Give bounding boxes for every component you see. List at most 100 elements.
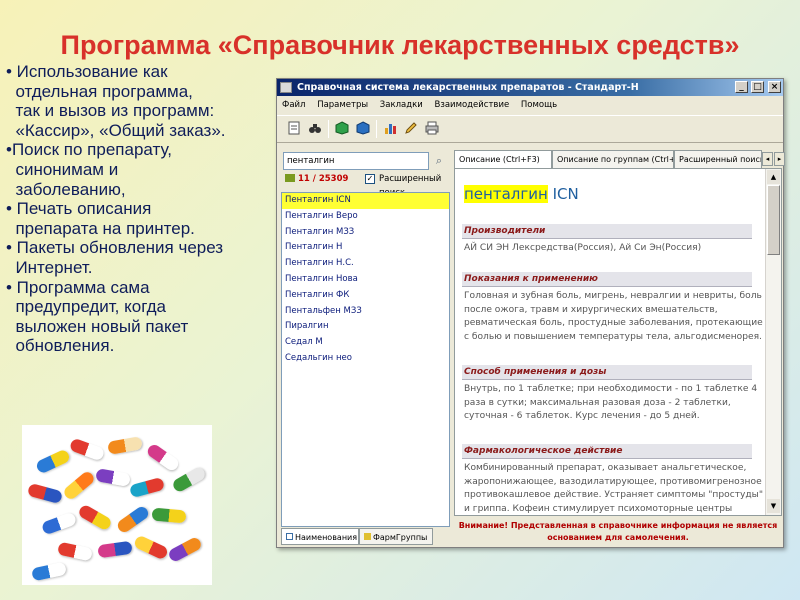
bullet-line: выложен новый пакет [6, 316, 189, 336]
section-line: суточная - 6 таблеток. Курс лечения - до… [464, 411, 700, 422]
cube-blue-icon[interactable] [355, 121, 371, 137]
tab-names[interactable]: Наименования [281, 528, 359, 545]
bullet-line: • Использование как [6, 62, 168, 81]
section-heading: Производители [462, 224, 752, 239]
menu-file[interactable]: Файл [282, 100, 305, 110]
menu-interaction[interactable]: Взаимодействие [434, 100, 509, 110]
binoculars-icon[interactable] [307, 121, 323, 137]
app-window: Справочная система лекарственных препара… [276, 78, 785, 548]
pill-capsule [77, 503, 113, 532]
list-item[interactable]: Седальгин нео [282, 351, 449, 367]
warning-line: основанием для самолечения. [547, 533, 689, 542]
drug-title: пенталгин ICN [464, 185, 579, 203]
bullet-line: • Программа сама [6, 277, 150, 297]
section-text: Комбинированный препарат, оказывает анал… [464, 462, 770, 515]
toolbar-separator [328, 120, 329, 138]
pill-capsule [107, 436, 143, 455]
pencil-icon[interactable] [403, 121, 419, 137]
right-tabs: Описание (Ctrl+F3) Описание по группам (… [454, 150, 785, 168]
bullet-line: предупредит, когда [6, 297, 167, 317]
feature-bullet-list: • Использование как отдельная программа,… [6, 62, 276, 356]
pill-capsule [26, 482, 64, 505]
section-line: Комбинированный препарат, оказывает анал… [464, 463, 747, 473]
result-count-row: 11 / 25309 ✓ Расширенный поиск [283, 172, 451, 198]
drug-name-highlight: пенталгин [464, 185, 548, 203]
list-item[interactable]: Пенталгин ФК [282, 288, 449, 304]
vertical-scrollbar[interactable]: ▲ ▼ [765, 169, 781, 515]
scrollbar-thumb[interactable] [767, 185, 780, 255]
result-count-text: 11 / 25309 [298, 174, 349, 184]
menu-bar: Файл Параметры Закладки Взаимодействие П… [277, 97, 783, 113]
list-item[interactable]: Пентальфен МЗЗ [282, 304, 449, 320]
list-item[interactable]: Пиралгин [282, 319, 449, 335]
maximize-button[interactable]: □ [751, 81, 764, 93]
list-item[interactable]: Пенталгин Веро [282, 209, 449, 225]
app-icon [280, 82, 292, 93]
toolbar-separator [376, 120, 377, 138]
section-text: Головная и зубная боль, мигрень, невралг… [464, 290, 763, 344]
menu-parameters[interactable]: Параметры [317, 100, 368, 110]
close-button[interactable]: × [768, 81, 781, 93]
list-item[interactable]: Пенталгин Н [282, 240, 449, 256]
section-heading: Фармакологическое действие [462, 444, 752, 459]
section-line: АЙ СИ ЭН Лексредства(Россия), Ай Си Эн(Р… [464, 243, 702, 253]
menu-bookmarks[interactable]: Закладки [380, 100, 423, 110]
section-line: раза в сутки; максимальная разовая доза … [464, 397, 731, 408]
tab-pharm-groups[interactable]: ФармГруппы [359, 528, 433, 545]
menu-help[interactable]: Помощь [521, 100, 557, 110]
cube-green-icon[interactable] [334, 121, 350, 137]
bullet-line: •Поиск по препарату, [6, 140, 172, 160]
list-item[interactable]: Седал М [282, 335, 449, 351]
section-line: после ожога, травм и хирургических вмеша… [464, 304, 718, 315]
pill-capsule [95, 468, 131, 487]
slide-title: Программа «Справочник лекарственных сред… [60, 30, 740, 60]
scroll-down-icon[interactable]: ▼ [767, 499, 780, 513]
section-line: с болью и повышением температуры тела, а… [464, 331, 762, 342]
result-count: 11 / 25309 [285, 172, 348, 186]
disclaimer-warning: Внимание! Представленная в справочнике и… [454, 518, 782, 546]
section-line: и гриппа. Кофеин стимулирует психомоторн… [464, 503, 733, 514]
list-item[interactable]: Пенталгин Нова [282, 272, 449, 288]
pill-capsule [132, 534, 170, 561]
tab-description-by-groups[interactable]: Описание по группам (Ctrl+F4) [552, 150, 674, 168]
folder-icon [285, 174, 295, 182]
pill-capsule [166, 535, 204, 564]
extended-search-checkbox[interactable]: ✓ [365, 174, 375, 184]
section-line: противокашлевое действие. Устраняет симп… [464, 490, 764, 501]
section-line: Внутрь, по 1 таблетке; при необходимости… [464, 384, 758, 394]
tab-scroll-left-icon[interactable]: ◂ [762, 152, 773, 166]
names-tab-icon [286, 533, 293, 540]
bullet-line: синонимам и [6, 159, 119, 179]
pill-capsule [68, 437, 106, 462]
drug-description-panel: пенталгин ICN Производители АЙ СИ ЭН Лек… [454, 168, 782, 516]
search-input[interactable]: пенталгин [283, 152, 429, 170]
list-item[interactable]: Пенталгин МЗЗ [282, 225, 449, 241]
document-icon[interactable] [286, 121, 302, 137]
drug-list: Пенталгин ICN Пенталгин Веро Пенталгин М… [281, 192, 450, 527]
section-text: АЙ СИ ЭН Лексредства(Россия), Ай Си Эн(Р… [464, 242, 758, 256]
tab-scroll-right-icon[interactable]: ▸ [774, 152, 785, 166]
pill-capsule [34, 448, 72, 475]
pill-capsule [151, 507, 187, 524]
minimize-button[interactable]: _ [735, 81, 748, 93]
pills-photo [22, 425, 212, 585]
search-icon[interactable]: ⌕ [431, 152, 447, 170]
list-item[interactable]: Пенталгин Н.С. [282, 256, 449, 272]
section-line: Головная и зубная боль, мигрень, невралг… [464, 291, 762, 301]
tab-description[interactable]: Описание (Ctrl+F3) [454, 150, 552, 168]
bullet-line: так и вызов из программ: [6, 101, 215, 121]
pill-capsule [61, 469, 97, 502]
warning-line: Внимание! Представленная в справочнике и… [458, 521, 778, 530]
bullet-line: обновления. [6, 336, 115, 356]
section-heading: Способ применения и дозы [462, 365, 752, 380]
window-titlebar[interactable]: Справочная система лекарственных препара… [277, 79, 783, 96]
printer-icon[interactable] [424, 121, 440, 137]
bullet-line: Интернет. [6, 257, 93, 277]
scroll-up-icon[interactable]: ▲ [767, 170, 780, 184]
list-item-selected[interactable]: Пенталгин ICN [282, 193, 449, 209]
tab-extended-search[interactable]: Расширенный поиск [674, 150, 762, 168]
pill-capsule [57, 541, 93, 562]
tab-pharm-groups-label: ФармГруппы [373, 533, 428, 542]
chart-icon[interactable] [382, 121, 398, 137]
bullet-line: препарата на принтер. [6, 218, 195, 238]
